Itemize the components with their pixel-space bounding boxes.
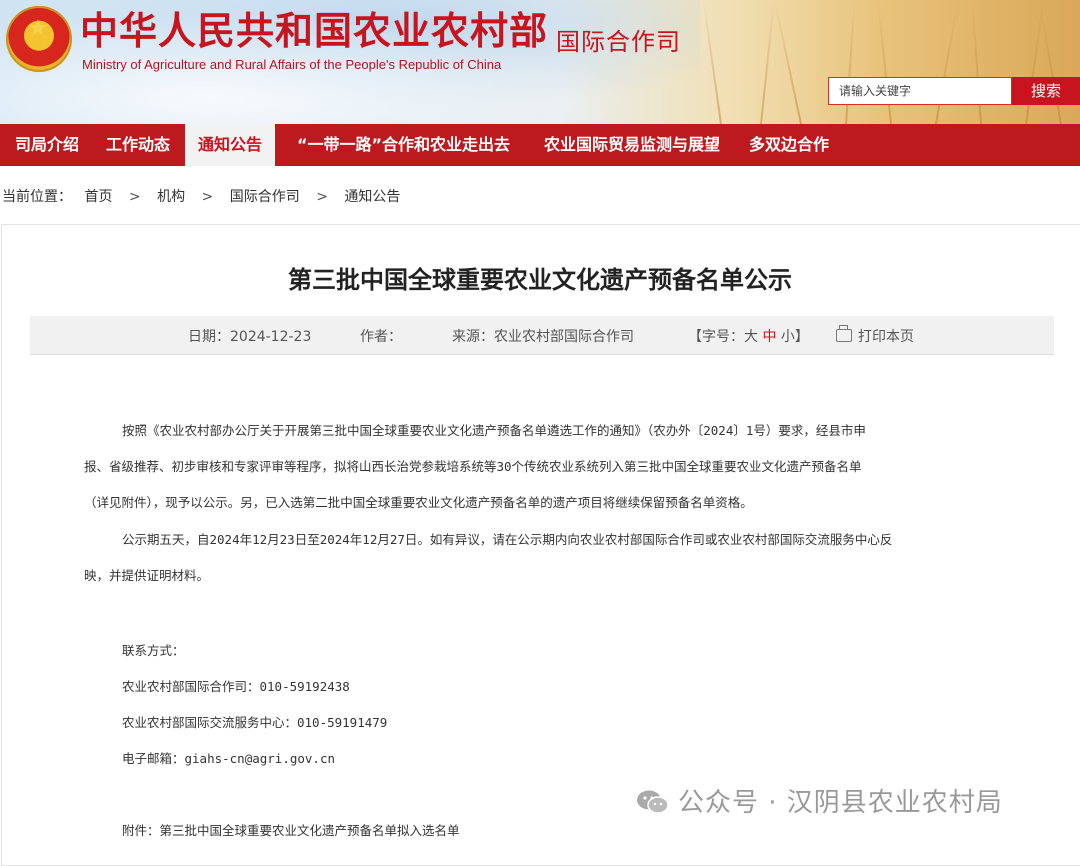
main-nav: 司局介绍 工作动态 通知公告 “一带一路”合作和农业走出去 农业国际贸易监测与展… — [0, 124, 1080, 166]
paragraph-line: （详见附件），现予以公示。另，已入选第二批中国全球重要农业文化遗产预备名单的遗产… — [84, 495, 753, 510]
print-label: 打印本页 — [858, 329, 914, 345]
article-meta-bar: 日期：2024-12-23 作者： 来源：农业农村部国际合作司 【字号：大 中 … — [30, 316, 1054, 355]
site-subtitle: Ministry of Agriculture and Rural Affair… — [82, 57, 502, 72]
search-input[interactable] — [828, 77, 1012, 105]
search-button[interactable]: 搜索 — [1012, 77, 1080, 105]
font-size-large-button[interactable]: 大 — [744, 329, 758, 345]
breadcrumb-separator: > — [201, 189, 214, 205]
contact-line-intl-dept: 农业农村部国际合作司：010-59192438 — [122, 679, 350, 694]
contact-heading: 联系方式： — [122, 643, 185, 658]
breadcrumb-separator: > — [128, 189, 141, 205]
watermark-text: 公众号 · 汉阴县农业农村局 — [678, 788, 1003, 818]
header-banner: ★ 中华人民共和国农业农村部 Ministry of Agriculture a… — [0, 0, 1080, 124]
breadcrumb-org[interactable]: 机构 — [157, 186, 185, 206]
wechat-icon — [636, 789, 670, 815]
contact-line-email[interactable]: 电子邮箱：giahs-cn@agri.gov.cn — [122, 748, 335, 767]
print-button[interactable]: 打印本页 — [836, 325, 914, 346]
breadcrumb-prefix: 当前位置： — [2, 189, 72, 205]
search-bar: 搜索 — [828, 77, 1080, 105]
meta-date: 日期：2024-12-23 — [188, 326, 311, 346]
paragraph-line: 按照《农业农村部办公厅关于开展第三批中国全球重要农业文化遗产预备名单遴选工作的通… — [122, 423, 866, 438]
nav-item-notices[interactable]: 通知公告 — [185, 124, 276, 166]
national-emblem-icon[interactable]: ★ — [6, 6, 72, 72]
font-size-medium-button[interactable]: 中 — [762, 329, 776, 345]
breadcrumb-current[interactable]: 通知公告 — [344, 186, 400, 206]
meta-font-size: 【字号：大 中 小】 — [688, 326, 809, 346]
article-title: 第三批中国全球重要农业文化遗产预备名单公示 — [288, 266, 792, 294]
department-name[interactable]: 国际合作司 — [556, 22, 681, 57]
breadcrumb-home[interactable]: 首页 — [84, 186, 112, 206]
nav-item-work-news[interactable]: 工作动态 — [106, 124, 170, 166]
nav-item-cooperation[interactable]: 多双边合作 — [749, 124, 829, 166]
meta-date-value: 2024-12-23 — [230, 329, 312, 345]
font-size-label: 【字号： — [688, 329, 744, 345]
article-paragraph-2: 公示期五天，自2024年12月23日至2024年12月27日。如有异议，请在公示… — [84, 522, 994, 594]
attachment-link[interactable]: 附件：第三批中国全球重要农业文化遗产预备名单拟入选名单 — [122, 820, 460, 839]
breadcrumb: 当前位置： 首页 > 机构 > 国际合作司 > 通知公告 — [2, 186, 400, 206]
nav-item-bureau-intro[interactable]: 司局介绍 — [15, 124, 79, 166]
meta-author-label: 作者： — [360, 329, 402, 345]
breadcrumb-separator: > — [316, 189, 328, 205]
breadcrumb-dept[interactable]: 国际合作司 — [230, 186, 300, 206]
meta-date-label: 日期： — [188, 329, 230, 345]
paragraph-line: 映，并提供证明材料。 — [84, 568, 210, 583]
contact-line-service-center: 农业农村部国际交流服务中心：010-59191479 — [122, 715, 388, 730]
printer-icon — [836, 325, 852, 342]
paragraph-line: 报、省级推荐、初步审核和专家评审等程序，拟将山西长治党参栽培系统等30个传统农业… — [84, 459, 862, 474]
nav-item-trade-monitoring[interactable]: 农业国际贸易监测与展望 — [544, 124, 720, 166]
meta-source-label: 来源： — [452, 329, 494, 345]
paragraph-line: 公示期五天，自2024年12月23日至2024年12月27日。如有异议，请在公示… — [122, 532, 893, 547]
article-paragraph-1: 按照《农业农村部办公厅关于开展第三批中国全球重要农业文化遗产预备名单遴选工作的通… — [84, 413, 994, 521]
meta-source: 来源：农业农村部国际合作司 — [452, 326, 634, 346]
wechat-watermark: 公众号 · 汉阴县农业农村局 — [636, 782, 1003, 819]
font-size-small-button[interactable]: 小】 — [781, 329, 809, 345]
site-title[interactable]: 中华人民共和国农业农村部 — [80, 8, 548, 54]
nav-item-belt-road[interactable]: “一带一路”合作和农业走出去 — [297, 124, 510, 166]
meta-source-value: 农业农村部国际合作司 — [494, 329, 634, 345]
